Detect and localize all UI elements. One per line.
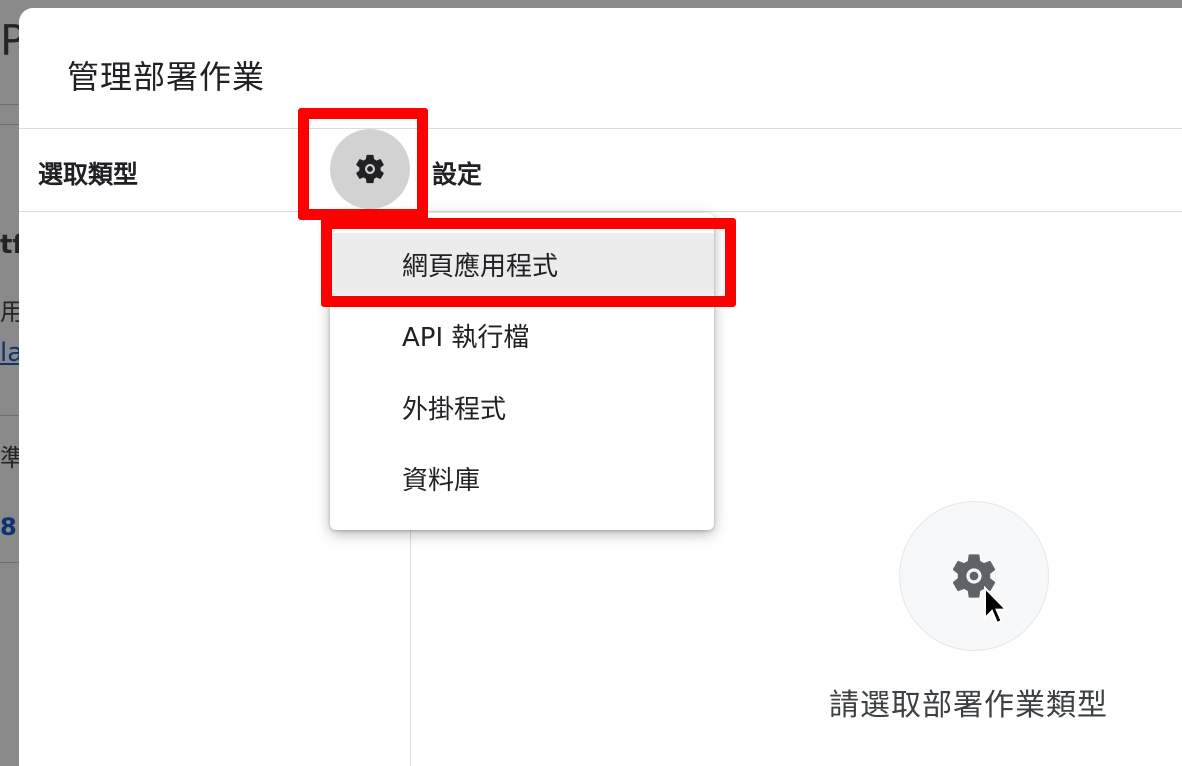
highlight-gear-button (298, 108, 428, 220)
select-type-header: 選取類型 (38, 160, 139, 189)
dialog-title: 管理部署作業 (67, 58, 266, 96)
menu-item-label: 資料庫 (402, 465, 481, 496)
highlight-web-app-item (321, 218, 736, 307)
header-divider (19, 128, 1182, 129)
mouse-cursor-icon (984, 586, 1009, 625)
menu-item-label: 外掛程式 (402, 394, 507, 425)
manage-deployments-dialog: 管理部署作業 選取類型 設定 請選取部署作業類型 網頁應用程式 API 執行檔 … (19, 8, 1182, 766)
menu-item-library[interactable]: 資料庫 (330, 447, 714, 509)
menu-item-label: API 執行檔 (402, 322, 530, 353)
settings-header: 設定 (432, 160, 483, 189)
menu-item-api-executable[interactable]: API 執行檔 (330, 304, 714, 366)
column-header-divider (19, 211, 1182, 212)
empty-state-message: 請選取部署作業類型 (829, 688, 1108, 723)
menu-item-add-on[interactable]: 外掛程式 (330, 376, 714, 438)
empty-state-illustration (899, 501, 1049, 651)
